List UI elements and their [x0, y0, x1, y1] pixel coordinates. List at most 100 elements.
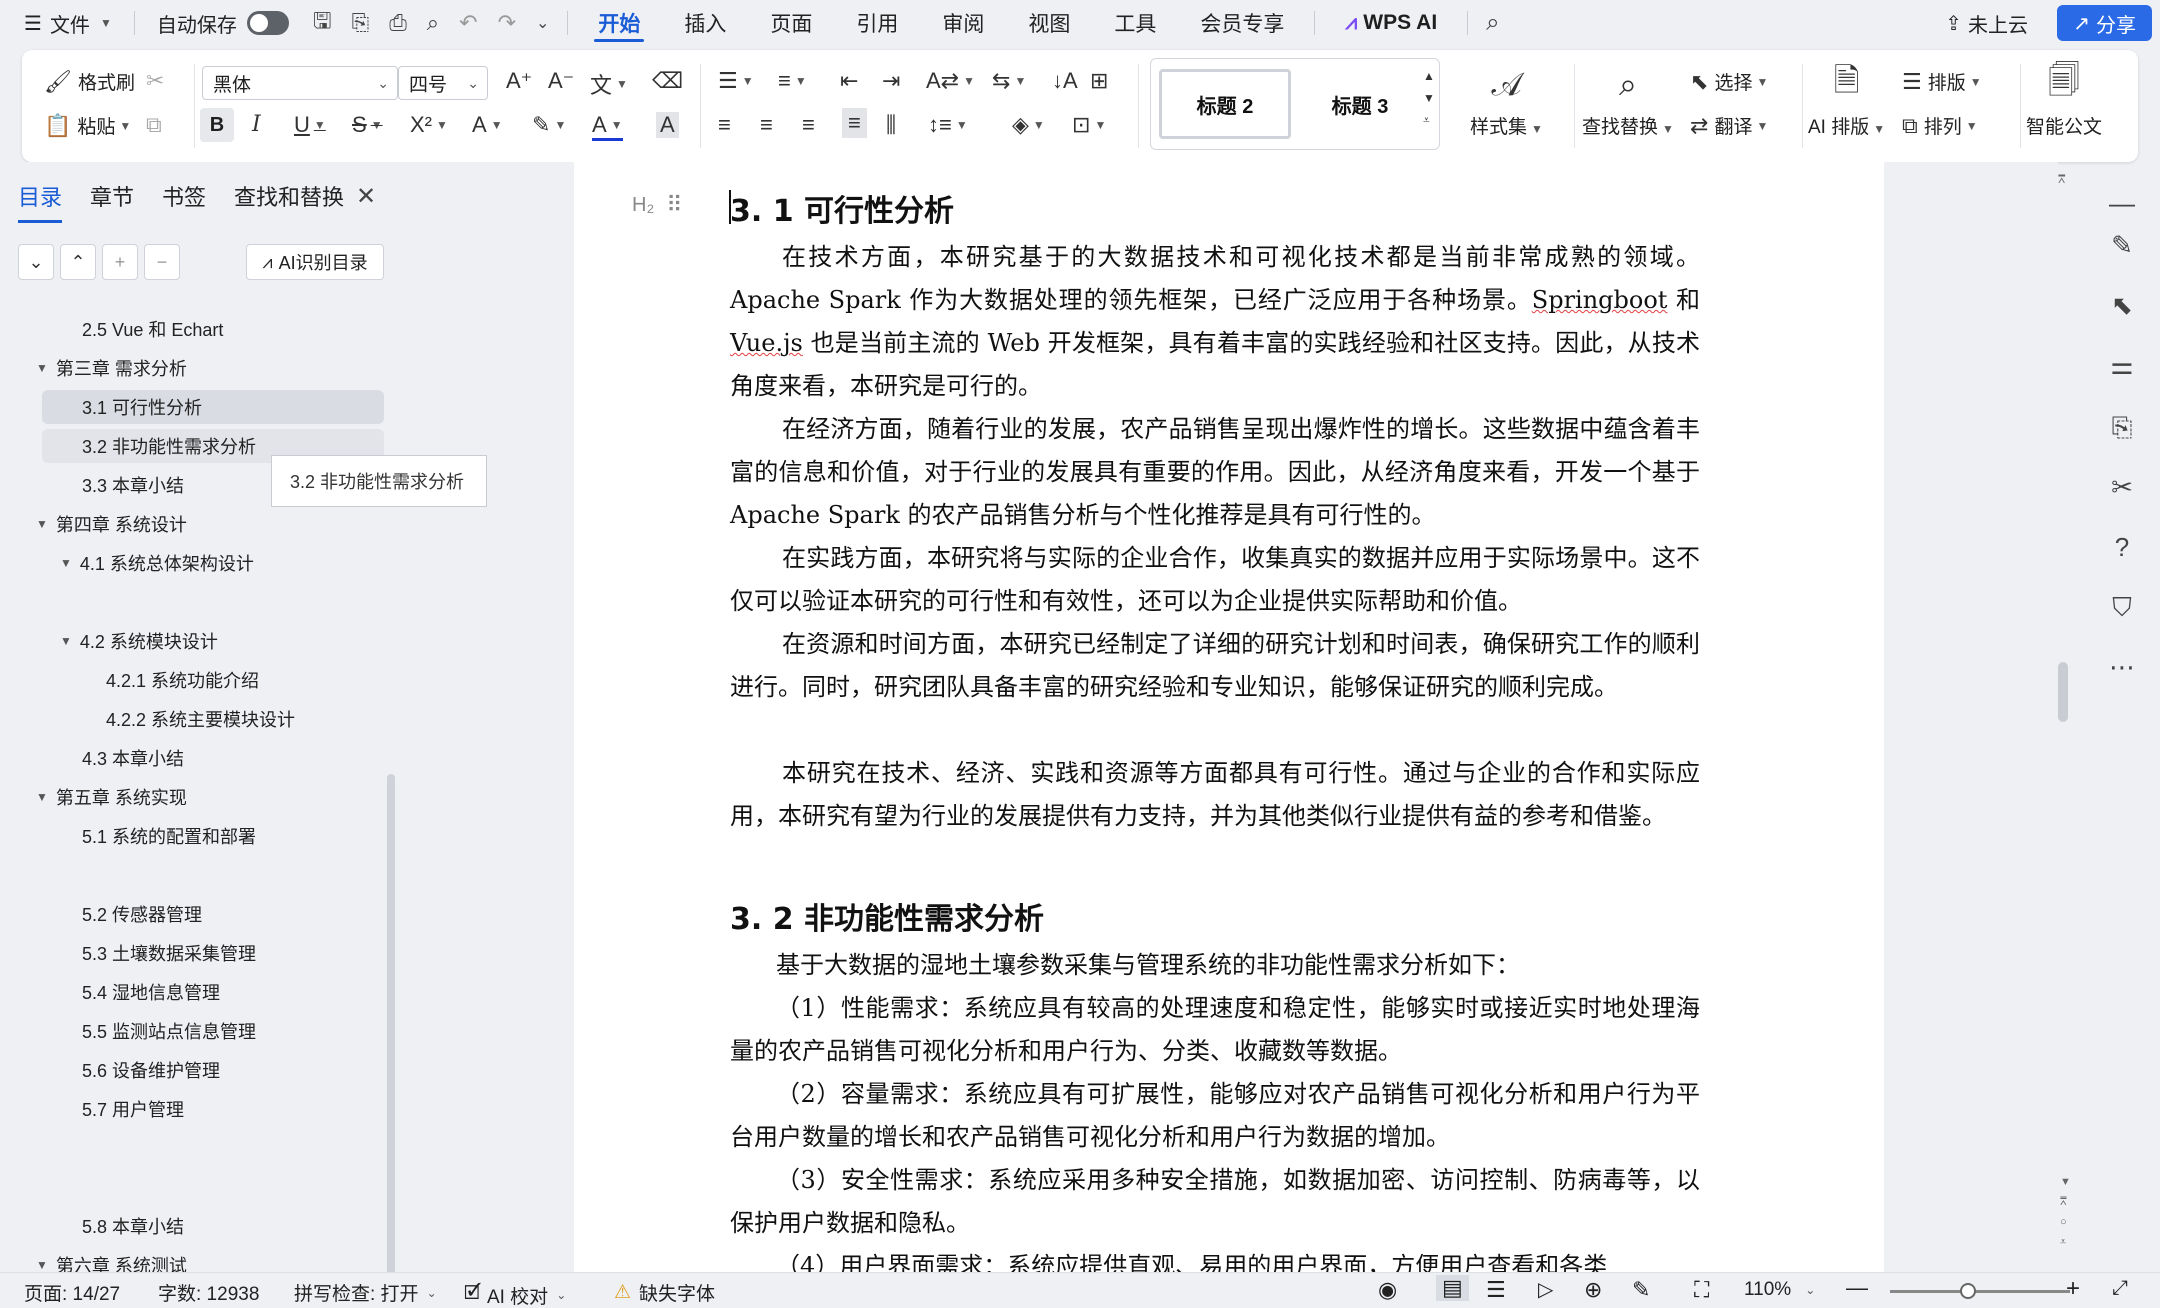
font-size-select[interactable]: 四号 ⌄ [398, 66, 488, 100]
paragraph[interactable]: 在资源和时间方面，本研究已经制定了详细的研究计划和时间表，确保研究工作的顺利进行… [730, 623, 1700, 709]
increase-font-icon[interactable]: A⁺ [506, 68, 532, 94]
pen-icon[interactable]: ✎ [2102, 230, 2142, 261]
align-left-icon[interactable]: ≡ [718, 112, 731, 138]
layout-button[interactable]: ☰ 排版 ▼ [1902, 68, 1982, 95]
tab-wps-ai[interactable]: ⩘ WPS AI [1323, 0, 1459, 46]
print-icon[interactable]: ⎙ [379, 10, 417, 36]
justify-icon[interactable]: ≡ [842, 108, 867, 138]
increase-indent-icon[interactable]: ⇥ [882, 68, 900, 94]
toc-item[interactable]: 5.7 用户管理 [82, 1092, 184, 1126]
text-effect-icon[interactable]: A ▼ [472, 112, 503, 138]
fit-page-icon[interactable]: ⛶ [1694, 1277, 1709, 1303]
play-icon[interactable]: ▷ [1538, 1277, 1553, 1302]
bold-button[interactable]: B [200, 108, 234, 142]
clear-format-icon[interactable]: ⌫ [652, 68, 683, 94]
paragraph[interactable]: （2）容量需求：系统应具有可扩展性，能够应对农产品销售可视化分析和用户行为平台用… [730, 1073, 1700, 1159]
missing-font[interactable]: ⚠ 缺失字体 [614, 1279, 715, 1306]
adjust-icon[interactable]: ⚌ [2102, 350, 2142, 381]
more-chevron-icon[interactable]: ⌄ [526, 13, 559, 33]
italic-button[interactable]: I [252, 112, 261, 137]
web-view-icon[interactable]: ⊕ [1584, 1277, 1602, 1303]
zoom-in-icon[interactable]: + [2066, 1275, 2080, 1303]
page-tool-icon[interactable]: ⎘ [2102, 412, 2142, 444]
misspelled-word[interactable]: Springboot [1532, 286, 1668, 314]
gallery-scroll-icon[interactable]: ▲ ▼ ⩡ [1423, 65, 1435, 131]
strikethrough-button[interactable]: S ▼ [352, 112, 383, 138]
heading-marker[interactable]: H₂ ⠿ [632, 192, 682, 218]
tab-home[interactable]: 开始 [576, 0, 662, 46]
toc-item[interactable]: 3.3 本章小结 [82, 468, 184, 502]
misspelled-word[interactable]: Vue.js [730, 329, 803, 357]
zoom-level[interactable]: 110% ⌄ [1744, 1279, 1815, 1301]
arrange-button[interactable]: ⧉ 排列 ▼ [1902, 112, 1978, 139]
toc-item[interactable]: ▼ 4.2 系统模块设计 [60, 624, 218, 658]
numbered-list-icon[interactable]: ≡ ▼ [778, 68, 807, 94]
eye-icon[interactable]: ◉ [1378, 1277, 1397, 1303]
distribute-icon[interactable]: ⫼ [886, 112, 896, 138]
heading-3-2[interactable]: 3. 2 非功能性需求分析 [730, 894, 1044, 938]
pen-mode-icon[interactable]: ✎ [1632, 1277, 1650, 1303]
tab-find-replace[interactable]: 查找和替换 [234, 180, 344, 223]
tab-insert[interactable]: 插入 [662, 0, 748, 46]
toggle-switch[interactable] [246, 11, 289, 35]
scroll-down-icon[interactable]: ▼ ⩞ ○ ⩡ [2060, 1172, 2071, 1252]
toc-item[interactable]: 5.2 传感器管理 [82, 897, 202, 931]
toc-item[interactable]: 5.4 湿地信息管理 [82, 975, 220, 1009]
search-icon[interactable]: ⌕ [1476, 9, 1509, 37]
paragraph[interactable]: （1）性能需求：系统应具有较高的处理速度和稳定性，能够实时或接近实时地处理海量的… [730, 987, 1700, 1073]
align-center-icon[interactable]: ≡ [760, 112, 773, 138]
font-name-select[interactable]: 黑体 ⌄ [202, 66, 398, 100]
char-shading-icon[interactable]: A [656, 112, 679, 138]
help-icon[interactable]: ? [2102, 532, 2142, 563]
tab-bookmarks[interactable]: 书签 [162, 180, 206, 223]
toc-item[interactable]: 4.3 本章小结 [82, 741, 184, 775]
toc-item[interactable]: 5.1 系统的配置和部署 [82, 819, 256, 853]
toc-item[interactable]: 5.8 本章小结 [82, 1209, 184, 1243]
collapse-all-button[interactable]: ⌄ [18, 244, 54, 280]
autosave-toggle[interactable]: 自动保存 [143, 0, 303, 46]
export-icon[interactable]: ⎘ [342, 10, 380, 36]
word-count[interactable]: 字数: 12938 [158, 1279, 259, 1306]
toc-item[interactable]: 5.5 监测站点信息管理 [82, 1014, 256, 1048]
paragraph[interactable]: （3）安全性需求：系统应采用多种安全措施，如数据加密、访问控制、防病毒等，以保护… [730, 1159, 1700, 1245]
align-right-icon[interactable]: ≡ [802, 112, 815, 138]
toc-item[interactable]: 5.6 设备维护管理 [82, 1053, 220, 1087]
find-replace-button[interactable]: ⌕ 查找替换 ▼ [1582, 58, 1674, 139]
cloud-status[interactable]: ⇪ 未上云 [1945, 0, 2028, 46]
smart-doc-button[interactable]: 🗐 智能公文 [2026, 58, 2102, 139]
decrease-font-icon[interactable]: A⁻ [548, 68, 574, 94]
document-scrollbar[interactable]: ⩞ ▼ ⩞ ○ ⩡ [2058, 162, 2072, 1272]
cursor-select-icon[interactable]: ⬉ [2102, 290, 2142, 321]
paste-button[interactable]: 📋 粘贴 ▼ [44, 112, 131, 139]
line-spacing-icon[interactable]: ↕≡ ▼ [928, 112, 968, 138]
more-icon[interactable]: ⋯ [2102, 652, 2142, 683]
share-button[interactable]: ↗ 分享 [2057, 5, 2152, 41]
select-button[interactable]: ⬉ 选择 ▼ [1690, 68, 1768, 95]
font-color-icon[interactable]: A ▼ [592, 112, 623, 141]
translate-button[interactable]: ⇄ 翻译 ▼ [1690, 112, 1768, 139]
chinese-layout-icon[interactable]: ⇆ ▼ [992, 68, 1026, 94]
tab-tools[interactable]: 工具 [1092, 0, 1178, 46]
cut-button[interactable]: ✂ [146, 68, 170, 94]
print-preview-icon[interactable]: ⌕ [417, 10, 449, 36]
close-icon[interactable]: ✕ [356, 182, 376, 211]
phonetic-guide-icon[interactable]: 文 ▼ [590, 68, 628, 100]
sort-icon[interactable]: ↓A [1052, 68, 1078, 94]
paragraph[interactable]: 在技术方面，本研究基于的大数据技术和可视化技术都是当前非常成熟的领域。Apach… [730, 236, 1700, 408]
file-menu[interactable]: ☰ 文件 ▼ [0, 0, 126, 46]
toc-item-selected[interactable]: 3.1 可行性分析 [42, 390, 384, 424]
tab-view[interactable]: 视图 [1006, 0, 1092, 46]
heading-3-1[interactable]: 3. 1 可行性分析 [730, 186, 954, 230]
toc-item[interactable]: 4.2.2 系统主要模块设计 [106, 702, 295, 736]
fullscreen-icon[interactable]: ⤢ [2112, 1277, 2128, 1300]
bullet-list-icon[interactable]: ☰ ▼ [718, 68, 754, 94]
paragraph[interactable]: 在实践方面，本研究将与实际的企业合作，收集真实的数据并应用于实际场景中。这不仅可… [730, 537, 1700, 623]
paragraph[interactable]: 在经济方面，随着行业的发展，农产品销售呈现出爆炸性的增长。这些数据中蕴含着丰富的… [730, 408, 1700, 537]
toc-item[interactable]: ▼ 第四章 系统设计 [36, 507, 187, 541]
expand-up-button[interactable]: ⌃ [60, 244, 96, 280]
tab-toc[interactable]: 目录 [18, 180, 63, 223]
page-view-icon[interactable]: ▤ [1436, 1275, 1469, 1301]
toc-item[interactable]: ▼ 第五章 系统实现 [36, 780, 187, 814]
tab-review[interactable]: 审阅 [920, 0, 1006, 46]
tab-member[interactable]: 会员专享 [1178, 0, 1306, 46]
